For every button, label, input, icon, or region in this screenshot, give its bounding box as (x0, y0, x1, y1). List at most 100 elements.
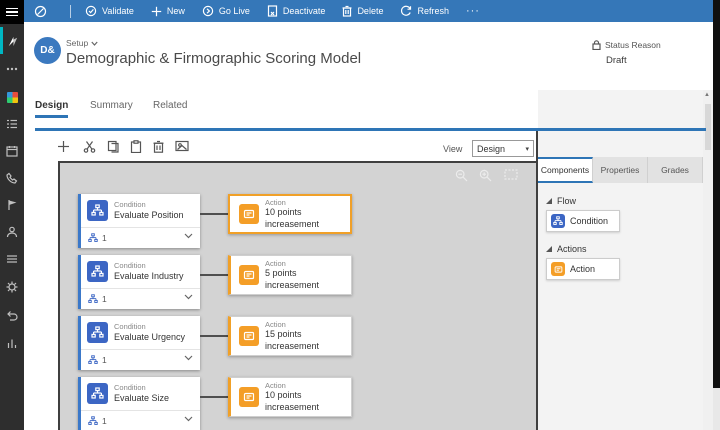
condition-card-evaluate-size[interactable]: Condition Evaluate Size 1 (78, 377, 200, 430)
actions-section-title: Actions (557, 244, 587, 254)
chevron-down-icon[interactable] (184, 355, 193, 361)
panel-divider (536, 131, 538, 430)
validate-button[interactable]: Validate (85, 5, 134, 17)
tab-related[interactable]: Related (153, 100, 187, 111)
page-scrollbar-thumb[interactable] (713, 0, 720, 388)
action-icon (551, 262, 565, 276)
app-window: Validate New Go Live Deactivate Delete R… (0, 0, 720, 430)
flow-connector (200, 213, 228, 215)
actions-section-header[interactable]: Actions (546, 244, 587, 254)
more-ellipsis-icon[interactable] (0, 60, 24, 78)
zoom-in-icon[interactable] (479, 169, 492, 182)
flag-icon[interactable] (0, 196, 24, 214)
mini-condition-icon (88, 233, 98, 243)
mini-condition-icon (88, 416, 98, 426)
action-card-15-points[interactable]: Action 15 points increasement (228, 316, 352, 356)
tab-design[interactable]: Design (35, 100, 68, 111)
page-title: Demographic & Firmographic Scoring Model (66, 50, 361, 67)
delete-node-icon[interactable] (153, 140, 164, 153)
more-commands-icon[interactable]: ··· (466, 5, 480, 17)
record-header: D& Setup Demographic & Firmographic Scor… (24, 22, 713, 90)
condition-expander[interactable]: 1 (81, 289, 200, 308)
phone-icon[interactable] (0, 169, 24, 187)
panel-tab-components[interactable]: Components (538, 157, 593, 183)
mini-condition-icon (88, 355, 98, 365)
condition-chip-label: Condition (570, 216, 608, 226)
action-type-label: Action (265, 381, 351, 390)
calendar-icon[interactable] (0, 142, 24, 160)
chart-icon[interactable] (0, 334, 24, 352)
action-card-10-points-2[interactable]: Action 10 points increasement (228, 377, 352, 417)
designer-toolbar: View Design ▾ (24, 131, 536, 163)
view-dropdown[interactable]: Design ▾ (472, 140, 534, 157)
chevron-down-icon[interactable] (184, 416, 193, 422)
chevron-down-icon[interactable] (184, 294, 193, 300)
context-label: Setup (66, 38, 88, 48)
menu-icon[interactable] (0, 0, 24, 24)
action-icon (239, 387, 259, 407)
settings-gear-icon[interactable] (0, 278, 24, 296)
copy-icon[interactable] (107, 140, 120, 153)
action-icon (239, 204, 259, 224)
new-button[interactable]: New (151, 6, 185, 17)
paste-icon[interactable] (130, 140, 142, 153)
context-selector[interactable]: Setup (66, 38, 98, 48)
condition-card-evaluate-position[interactable]: Condition Evaluate Position 1 (78, 194, 200, 248)
nav-lines-icon[interactable] (0, 250, 24, 268)
condition-card-evaluate-urgency[interactable]: Condition Evaluate Urgency 1 (78, 316, 200, 370)
form-scrollbar-thumb[interactable] (705, 104, 711, 150)
deactivate-label: Deactivate (283, 6, 326, 16)
refresh-button[interactable]: Refresh (400, 5, 449, 17)
refresh-label: Refresh (417, 6, 449, 16)
condition-card-evaluate-industry[interactable]: Condition Evaluate Industry 1 (78, 255, 200, 309)
delete-label: Delete (357, 6, 383, 16)
view-label: View (443, 144, 462, 154)
flow-connector (200, 335, 228, 337)
condition-expander[interactable]: 1 (81, 411, 200, 430)
action-name: 5 points increasement (265, 268, 351, 291)
process-flow-icon[interactable] (34, 5, 47, 18)
fit-screen-icon[interactable] (504, 169, 518, 180)
status-reason-field: Status Reason Draft (592, 40, 702, 66)
delete-button[interactable]: Delete (342, 5, 383, 17)
flow-connector (200, 274, 228, 276)
form-scrollbar[interactable]: ▲ (703, 90, 713, 430)
sales-app-icon[interactable] (0, 88, 24, 106)
zoom-out-icon[interactable] (455, 169, 468, 182)
condition-expander[interactable]: 1 (81, 350, 200, 369)
status-reason-value: Draft (606, 55, 702, 66)
dynamics-home-icon[interactable] (0, 32, 24, 50)
golive-button[interactable]: Go Live (202, 5, 250, 17)
condition-expander[interactable]: 1 (81, 228, 200, 247)
deactivate-button[interactable]: Deactivate (267, 5, 326, 17)
condition-component-chip[interactable]: Condition (546, 210, 620, 232)
chevron-down-icon[interactable] (184, 233, 193, 239)
status-reason-label: Status Reason (605, 40, 661, 50)
action-icon (239, 326, 259, 346)
contact-icon[interactable] (0, 223, 24, 241)
view-dropdown-value: Design (477, 144, 505, 154)
panel-tab-grades[interactable]: Grades (648, 157, 703, 183)
condition-name: Evaluate Position (114, 210, 184, 221)
action-card-5-points[interactable]: Action 5 points increasement (228, 255, 352, 295)
panel-tab-properties[interactable]: Properties (593, 157, 648, 183)
action-name: 10 points increasement (265, 207, 350, 230)
collapse-triangle-icon (546, 198, 552, 204)
cut-icon[interactable] (83, 140, 96, 153)
action-component-chip[interactable]: Action (546, 258, 620, 280)
undo-icon[interactable] (0, 306, 24, 324)
design-canvas[interactable]: Condition Evaluate Position 1 Action 10 (58, 161, 536, 430)
validate-label: Validate (102, 6, 134, 16)
scroll-up-icon[interactable]: ▲ (704, 92, 710, 98)
action-type-label: Action (265, 259, 351, 268)
page-scrollbar[interactable] (713, 0, 720, 430)
action-name: 15 points increasement (265, 329, 351, 352)
snapshot-icon[interactable] (175, 140, 189, 152)
action-card-10-points[interactable]: Action 10 points increasement (228, 194, 352, 234)
condition-icon (87, 261, 108, 282)
tab-summary[interactable]: Summary (90, 100, 133, 111)
action-type-label: Action (265, 198, 350, 207)
add-icon[interactable] (57, 140, 70, 153)
flow-section-header[interactable]: Flow (546, 196, 576, 206)
task-list-icon[interactable] (0, 115, 24, 133)
